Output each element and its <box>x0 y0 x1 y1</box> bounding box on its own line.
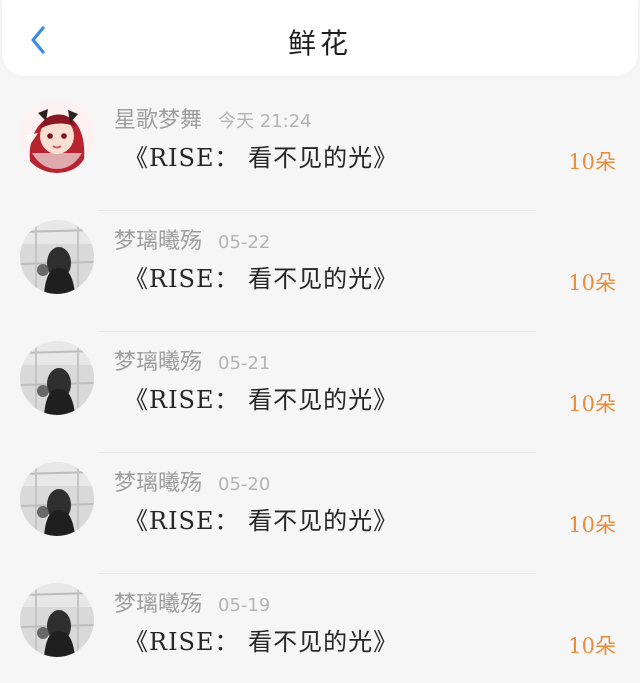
timestamp: 05-20 <box>218 474 271 495</box>
flower-record-list: 星歌梦舞 今天 21:24 《RISE： 看不见的光》 10朵 梦璃曦殇 05-… <box>0 90 640 683</box>
username[interactable]: 梦璃曦殇 <box>114 586 202 618</box>
flower-count: 10朵 <box>568 150 616 174</box>
record-meta: 星歌梦舞 今天 21:24 <box>114 102 312 133</box>
photo-avatar[interactable] <box>20 462 94 536</box>
gift-title[interactable]: 《RISE： 看不见的光》 <box>124 380 398 415</box>
photo-avatar[interactable] <box>20 220 94 294</box>
username[interactable]: 星歌梦舞 <box>114 102 202 134</box>
photo-avatar[interactable] <box>20 341 94 415</box>
timestamp: 05-19 <box>218 595 271 616</box>
gift-title[interactable]: 《RISE： 看不见的光》 <box>124 259 398 294</box>
photo-avatar[interactable] <box>20 583 94 657</box>
timestamp: 05-22 <box>218 232 271 253</box>
username[interactable]: 梦璃曦殇 <box>114 223 202 255</box>
gift-title[interactable]: 《RISE： 看不见的光》 <box>124 622 398 657</box>
page-title: 鲜花 <box>287 27 352 60</box>
record-row[interactable]: 星歌梦舞 今天 21:24 《RISE： 看不见的光》 10朵 <box>0 90 640 211</box>
record-row[interactable]: 梦璃曦殇 05-20 《RISE： 看不见的光》 10朵 <box>0 453 640 574</box>
flower-count: 10朵 <box>568 634 616 658</box>
flower-count: 10朵 <box>568 271 616 295</box>
record-meta: 梦璃曦殇 05-19 <box>114 586 271 617</box>
record-row[interactable]: 梦璃曦殇 05-22 《RISE： 看不见的光》 10朵 <box>0 211 640 332</box>
record-meta: 梦璃曦殇 05-21 <box>114 344 271 375</box>
timestamp: 今天 21:24 <box>218 111 312 132</box>
record-row[interactable]: 梦璃曦殇 05-21 《RISE： 看不见的光》 10朵 <box>0 332 640 453</box>
record-meta: 梦璃曦殇 05-20 <box>114 465 271 496</box>
gift-title[interactable]: 《RISE： 看不见的光》 <box>124 138 398 173</box>
record-meta: 梦璃曦殇 05-22 <box>114 223 271 254</box>
username[interactable]: 梦璃曦殇 <box>114 344 202 376</box>
timestamp: 05-21 <box>218 353 271 374</box>
flower-records-page: 鲜花 星歌梦舞 今天 21:24 《RISE： 看不见的光》 10朵 梦璃曦殇 … <box>0 0 640 683</box>
flower-count: 10朵 <box>568 392 616 416</box>
gift-title[interactable]: 《RISE： 看不见的光》 <box>124 501 398 536</box>
top-bar: 鲜花 <box>2 0 638 76</box>
username[interactable]: 梦璃曦殇 <box>114 465 202 497</box>
flower-count: 10朵 <box>568 513 616 537</box>
anime-avatar[interactable] <box>20 99 94 173</box>
record-row[interactable]: 梦璃曦殇 05-19 《RISE： 看不见的光》 10朵 <box>0 574 640 683</box>
